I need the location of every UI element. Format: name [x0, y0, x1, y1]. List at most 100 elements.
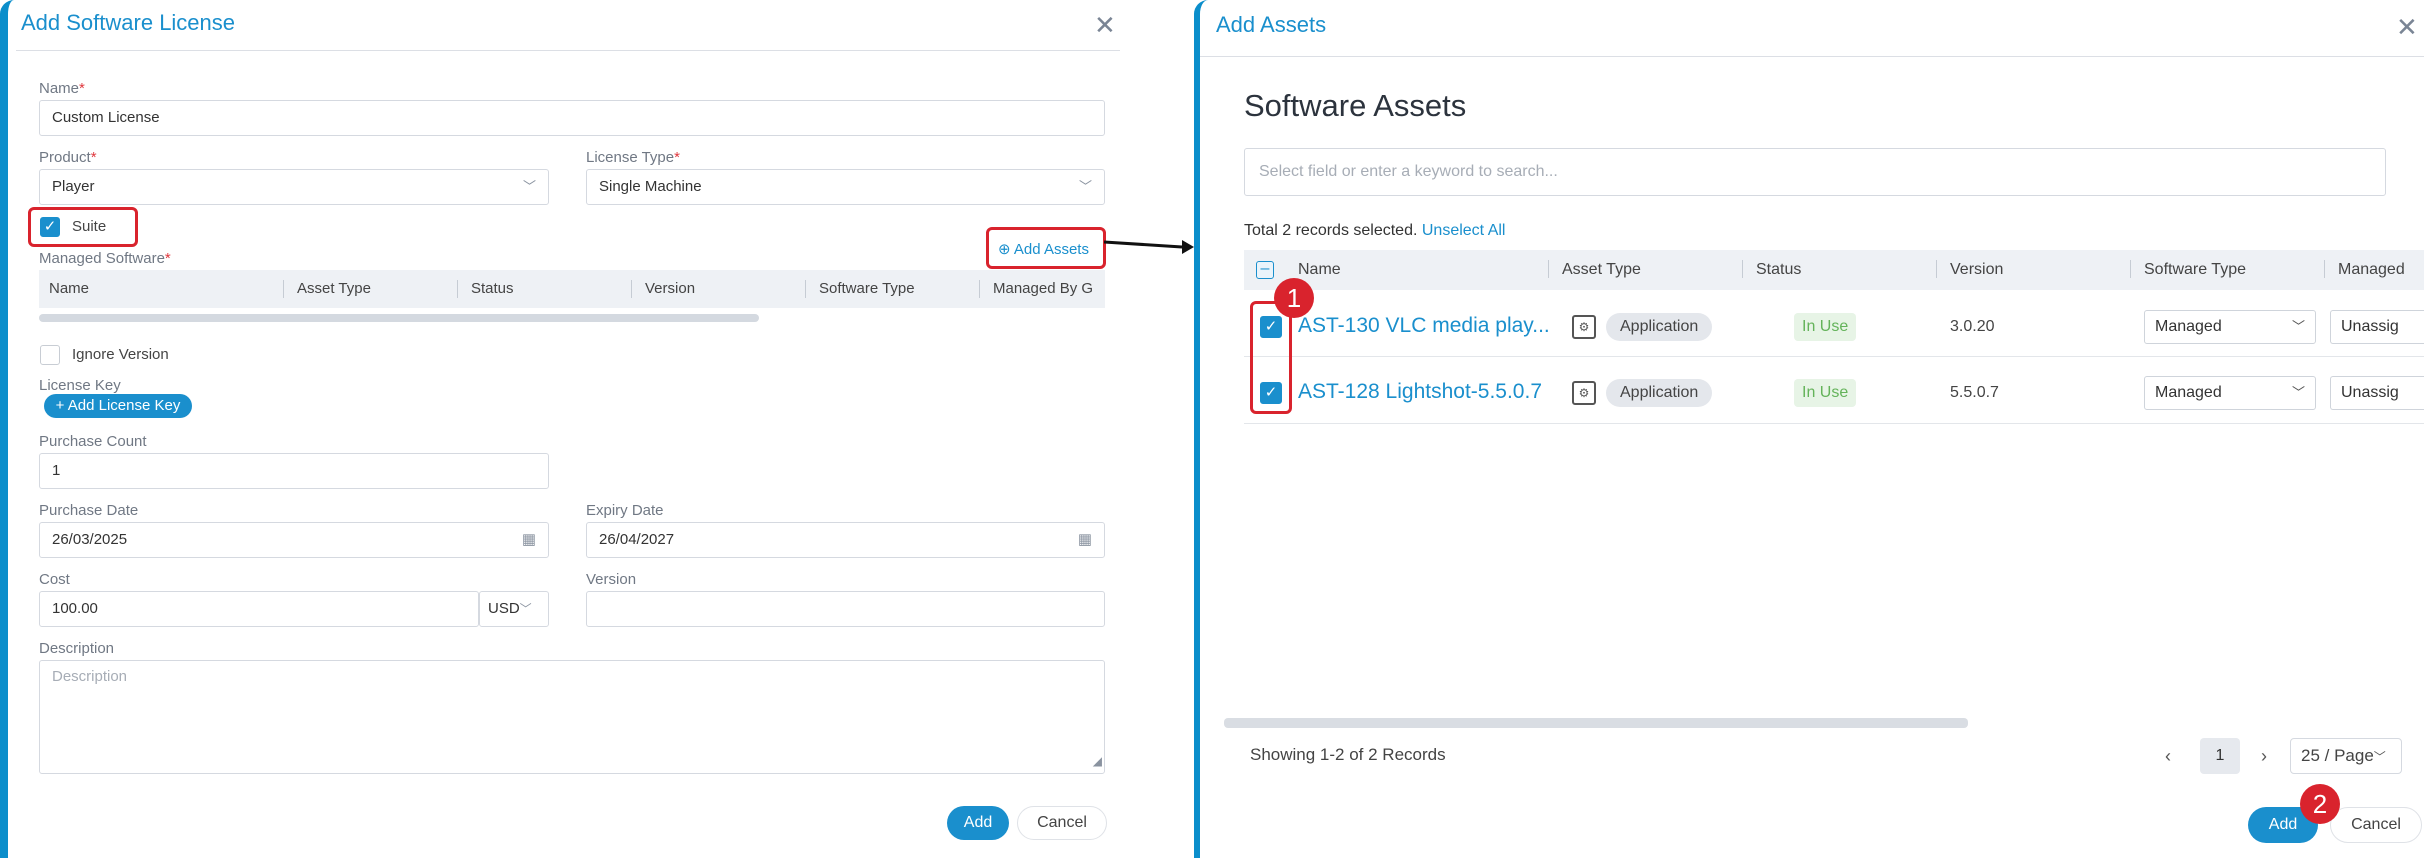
cost-label: Cost	[39, 571, 70, 588]
prev-page-icon[interactable]: ‹	[2150, 738, 2186, 774]
page-size-value: 25 / Page	[2301, 746, 2374, 765]
select-all-checkbox[interactable]: –	[1256, 261, 1274, 279]
column-separator	[2130, 260, 2131, 278]
status-badge: In Use	[1794, 313, 1857, 341]
cancel-button[interactable]: Cancel	[1017, 806, 1107, 840]
step-badge-1: 1	[1274, 278, 1314, 318]
unselect-all-link[interactable]: Unselect All	[1422, 222, 1506, 239]
product-label: Product*	[39, 149, 97, 166]
column-separator	[1742, 260, 1743, 278]
application-icon: ⚙	[1572, 381, 1596, 405]
column-separator	[805, 280, 806, 298]
description-textarea[interactable]: Description ◢	[39, 660, 1105, 774]
chevron-down-icon: ﹀	[2291, 385, 2305, 400]
column-asset-type: Asset Type	[297, 280, 371, 297]
column-separator	[2324, 260, 2325, 278]
version-cell: 5.5.0.7	[1950, 384, 1999, 401]
assets-table-header: – Name Asset Type Status Version Softwar…	[1244, 250, 2424, 290]
purchase-count-label: Purchase Count	[39, 433, 147, 450]
column-asset-type: Asset Type	[1562, 261, 1641, 278]
ignore-version-checkbox[interactable]	[40, 345, 60, 365]
column-managed-by: Managed By G	[993, 280, 1094, 297]
asset-name-link[interactable]: AST-130 VLC media play...	[1298, 314, 1550, 338]
description-label: Description	[39, 640, 115, 657]
add-button[interactable]: Add	[947, 806, 1009, 840]
dialog-title: Add Assets	[1216, 12, 1327, 37]
selection-count-text: Total 2 records selected.	[1244, 222, 1418, 239]
license-type-select[interactable]: Single Machine ﹀	[586, 169, 1105, 205]
software-type-value: Managed	[2155, 384, 2222, 401]
close-icon[interactable]: ✕	[1094, 12, 1116, 38]
description-placeholder: Description	[52, 668, 128, 685]
search-input[interactable]: Select field or enter a keyword to searc…	[1244, 148, 2386, 196]
software-type-select[interactable]: Managed ﹀	[2144, 376, 2316, 410]
column-name: Name	[49, 280, 90, 297]
managed-by-select[interactable]: Unassig	[2330, 376, 2424, 410]
column-separator	[631, 280, 632, 298]
asset-type-tag: Application	[1606, 313, 1713, 341]
version-input[interactable]	[586, 591, 1105, 627]
expiry-date-label: Expiry Date	[586, 502, 664, 519]
resize-handle-icon[interactable]: ◢	[1093, 749, 1102, 773]
add-license-key-label: Add License Key	[67, 397, 181, 414]
column-separator	[1548, 260, 1549, 278]
license-key-label: License Key	[39, 377, 121, 394]
column-separator	[979, 280, 980, 298]
row-divider	[1244, 423, 2424, 424]
next-page-icon[interactable]: ›	[2246, 738, 2282, 774]
column-separator	[1936, 260, 1937, 278]
purchase-date-value: 26/03/2025	[52, 531, 128, 548]
license-type-label: License Type*	[586, 149, 680, 166]
managed-by-select[interactable]: Unassig	[2330, 310, 2424, 344]
currency-select[interactable]: USD﹀	[479, 591, 549, 627]
add-assets-label: Add Assets	[1013, 241, 1089, 258]
purchase-date-label: Purchase Date	[39, 502, 139, 519]
license-type-value: Single Machine	[599, 178, 702, 195]
version-label: Version	[586, 571, 637, 588]
calendar-icon[interactable]: ▦	[522, 523, 536, 557]
arrow-connector	[1104, 240, 1194, 254]
column-managed-by: Managed	[2338, 261, 2405, 278]
currency-value: USD	[488, 600, 520, 617]
software-type-value: Managed	[2155, 318, 2222, 335]
row-divider	[1244, 356, 2424, 357]
purchase-date-input[interactable]: 26/03/2025 ▦	[39, 522, 549, 558]
chevron-down-icon: ﹀	[2291, 319, 2305, 334]
calendar-icon[interactable]: ▦	[1078, 523, 1092, 557]
step-badge-2: 2	[2300, 784, 2340, 824]
column-separator	[283, 280, 284, 298]
cost-input[interactable]: 100.00	[39, 591, 479, 627]
column-status: Status	[1756, 261, 1802, 278]
grid-horizontal-scrollbar[interactable]	[39, 314, 759, 322]
product-value: Player	[52, 178, 95, 195]
column-version: Version	[1950, 261, 2004, 278]
chevron-down-icon: ﹀	[519, 602, 532, 616]
asset-type-tag: Application	[1606, 379, 1713, 407]
chevron-down-icon: ﹀	[1078, 179, 1092, 194]
dialog-title: Add Software License	[21, 10, 236, 35]
plus-icon: +	[55, 397, 65, 414]
expiry-date-value: 26/04/2027	[599, 531, 675, 548]
version-cell: 3.0.20	[1950, 318, 1995, 335]
column-separator	[457, 280, 458, 298]
asset-name-link[interactable]: AST-128 Lightshot-5.5.0.7	[1298, 380, 1542, 404]
software-type-select[interactable]: Managed ﹀	[2144, 310, 2316, 344]
expiry-date-input[interactable]: 26/04/2027 ▦	[586, 522, 1105, 558]
table-horizontal-scrollbar[interactable]	[1224, 718, 1968, 728]
product-select[interactable]: Player ﹀	[39, 169, 549, 205]
column-version: Version	[645, 280, 696, 297]
close-icon[interactable]: ✕	[2396, 14, 2418, 40]
purchase-count-input[interactable]: 1	[39, 453, 549, 489]
add-license-key-button[interactable]: + Add License Key	[44, 394, 192, 418]
name-input[interactable]: Custom License	[39, 100, 1105, 136]
chevron-down-icon: ﹀	[2373, 750, 2386, 764]
suite-checkbox[interactable]: ✓	[40, 217, 60, 237]
current-page[interactable]: 1	[2200, 738, 2240, 774]
page-size-select[interactable]: 25 / Page﹀	[2290, 738, 2402, 774]
row-checkbox-highlight-box	[1250, 301, 1292, 414]
cancel-button[interactable]: Cancel	[2330, 807, 2422, 843]
add-assets-dialog: Add Assets ✕ Software Assets Select fiel…	[1194, 0, 2424, 858]
application-icon: ⚙	[1572, 315, 1596, 339]
records-summary: Showing 1-2 of 2 Records	[1250, 745, 1446, 764]
add-assets-link[interactable]: ⊕ Add Assets	[998, 240, 1089, 258]
